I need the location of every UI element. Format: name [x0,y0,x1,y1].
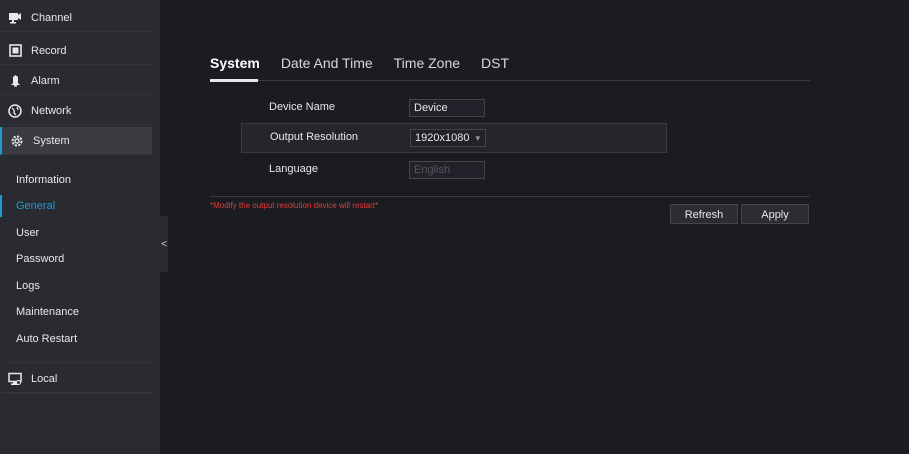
sidebar-item-maintenance[interactable]: Maintenance [16,304,79,320]
sidebar-item-general[interactable]: General [0,195,55,217]
gear-icon [10,134,24,148]
globe-icon [8,103,22,118]
tab-divider [210,80,810,81]
nav-label-system: System [33,134,70,147]
tab-dst[interactable]: DST [481,54,509,72]
device-name-row: Device Name Device [241,93,667,123]
nav-label-record: Record [31,44,67,57]
device-name-label: Device Name [269,101,336,113]
restart-warning: *Modify the output resolution device wil… [210,201,379,210]
active-tab-underline [210,79,258,82]
language-row: Language English [241,155,667,185]
nav-item-system[interactable]: System [0,127,152,155]
tab-bar: System Date And Time Time Zone DST [210,54,530,72]
output-resolution-row: Output Resolution 1920x1080 ▾ [241,123,667,153]
nav-item-channel[interactable]: Channel [0,4,152,32]
monitor-icon [8,372,22,386]
language-label: Language [269,163,318,175]
collapse-sidebar-handle[interactable]: < [160,216,168,272]
tab-date-and-time[interactable]: Date And Time [281,54,373,72]
form-divider [210,196,810,197]
chevron-down-icon: ▾ [475,133,480,143]
sidebar-item-user[interactable]: User [16,225,39,241]
output-resolution-label: Output Resolution [270,131,359,143]
sidebar-item-password[interactable]: Password [16,251,64,267]
nav-item-alarm[interactable]: Alarm [0,67,152,95]
nav-item-local[interactable]: Local [0,365,152,393]
sidebar-divider [8,393,152,394]
record-icon [8,44,22,58]
nav-label-alarm: Alarm [31,74,60,87]
language-field: English [409,161,485,179]
refresh-button[interactable]: Refresh [670,204,738,224]
sidebar: Channel Record Alarm Network System Info… [0,0,160,454]
nav-item-record[interactable]: Record [0,37,152,65]
output-resolution-select[interactable]: 1920x1080 ▾ [410,129,486,147]
nav-label-local: Local [31,372,58,385]
nav-label-channel: Channel [31,11,72,24]
tab-system[interactable]: System [210,54,260,72]
apply-button[interactable]: Apply [741,204,809,224]
camera-icon [8,11,22,25]
output-resolution-value: 1920x1080 [415,132,470,144]
sidebar-item-logs[interactable]: Logs [16,278,40,294]
sidebar-item-auto-restart[interactable]: Auto Restart [16,331,77,347]
sidebar-divider [8,362,152,363]
nav-item-network[interactable]: Network [0,97,152,125]
sidebar-item-information[interactable]: Information [16,172,71,188]
alarm-icon [8,74,22,88]
tab-time-zone[interactable]: Time Zone [394,54,460,72]
device-name-input[interactable]: Device [409,99,485,117]
nav-label-network: Network [31,104,72,117]
